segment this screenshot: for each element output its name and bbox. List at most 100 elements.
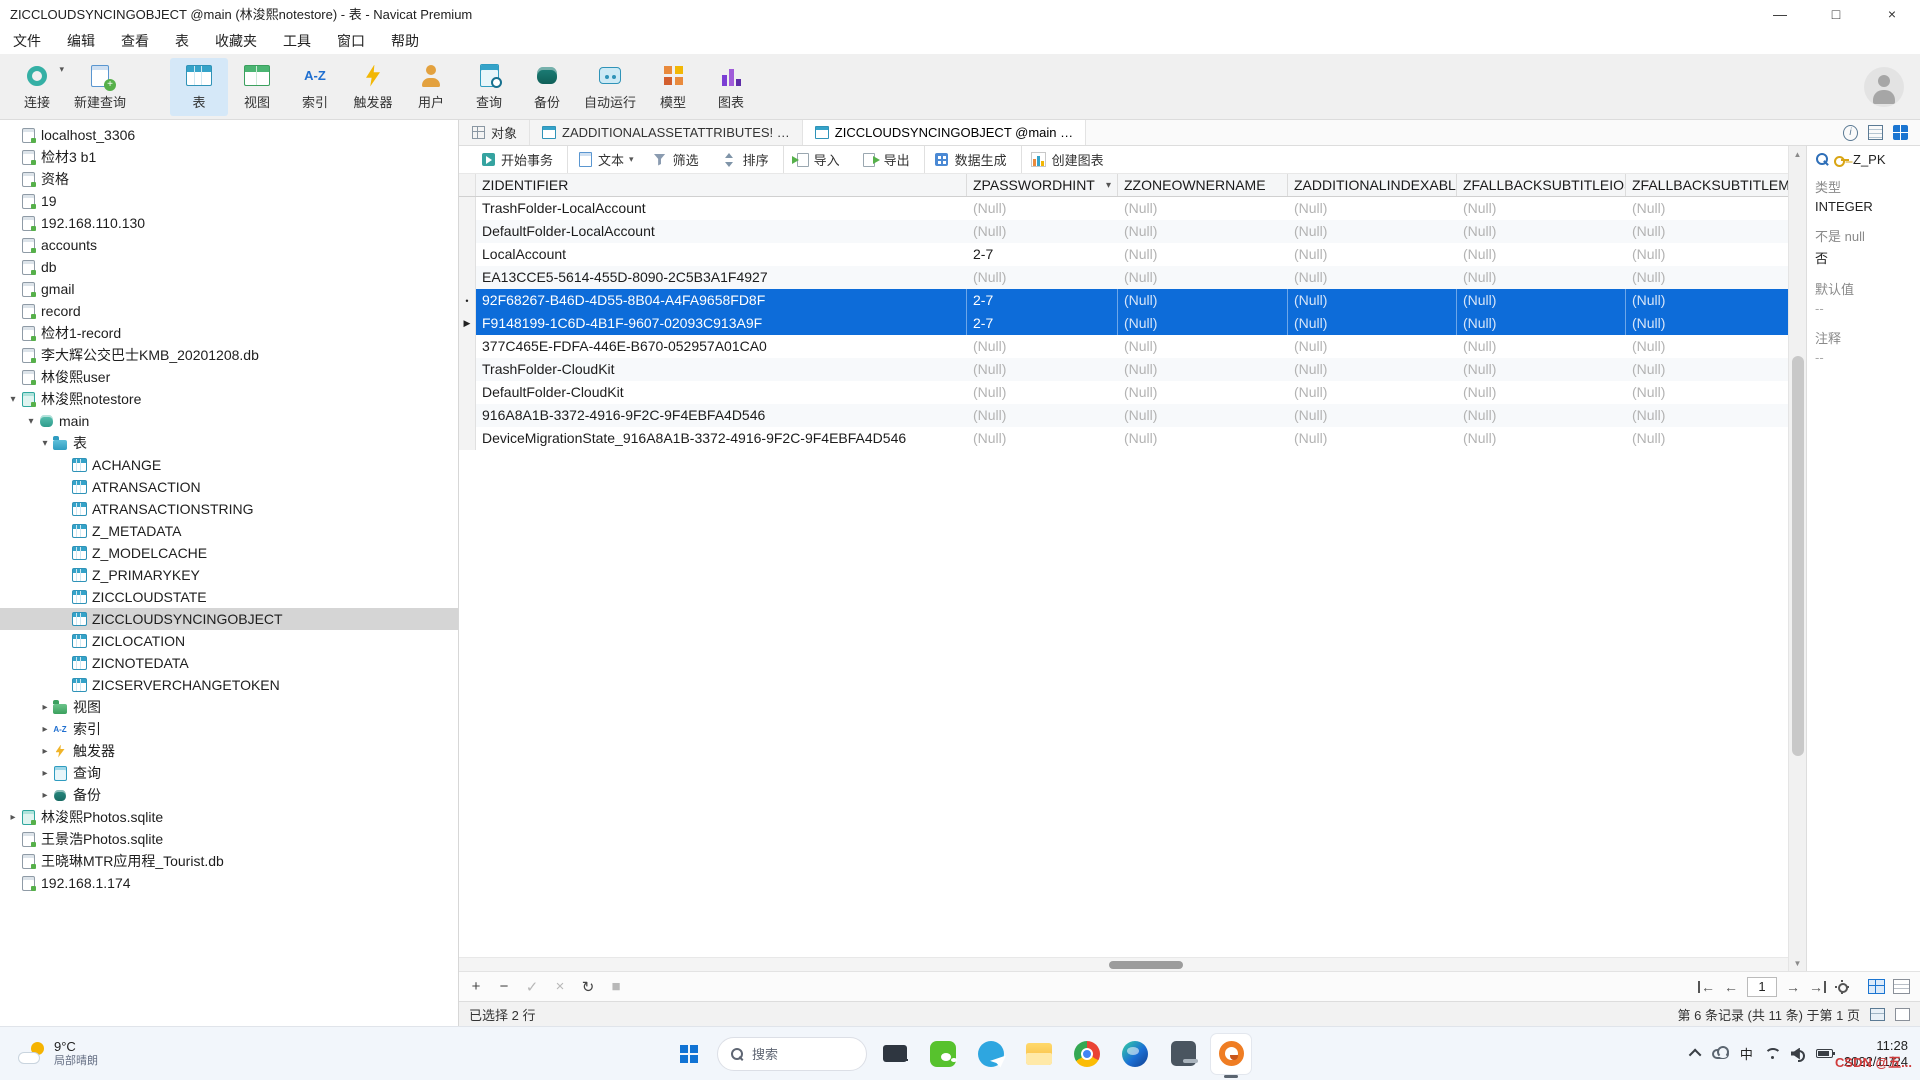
table-cell[interactable]: 2-7 <box>967 243 1118 266</box>
tree-item[interactable]: 192.168.110.130 <box>0 212 458 234</box>
table-cell[interactable]: 377C465E-FDFA-446E-B670-052957A01CA0 <box>476 335 967 358</box>
refresh-button[interactable]: ↻ <box>581 978 595 996</box>
tab[interactable]: 对象 <box>459 120 530 145</box>
table-cell[interactable]: (Null) <box>1626 266 1791 289</box>
tree-item[interactable]: Z_PRIMARYKEY <box>0 564 458 586</box>
tree-expander-icon[interactable]: ▸ <box>38 724 52 735</box>
page-number-input[interactable]: 1 <box>1747 977 1777 997</box>
table-cell[interactable]: (Null) <box>967 427 1118 450</box>
table-cell[interactable]: LocalAccount <box>476 243 967 266</box>
table-cell[interactable]: (Null) <box>1457 266 1626 289</box>
table-cell[interactable]: TrashFolder-LocalAccount <box>476 197 967 220</box>
menu-item[interactable]: 帮助 <box>378 27 432 54</box>
stop-button[interactable]: ■ <box>609 978 623 995</box>
table-cell[interactable]: TrashFolder-CloudKit <box>476 358 967 381</box>
tree-item[interactable]: 王晓琳MTR应用程_Tourist.db <box>0 850 458 872</box>
tree-item[interactable]: 检材3 b1 <box>0 146 458 168</box>
taskbar-app-chrome[interactable] <box>1067 1034 1107 1074</box>
table-cell[interactable]: (Null) <box>1118 427 1288 450</box>
statusbar-form-icon[interactable] <box>1895 1008 1910 1021</box>
onedrive-icon[interactable] <box>1712 1049 1729 1059</box>
table-row[interactable]: 916A8A1B-3372-4916-9F2C-9F4EBFA4D546(Nul… <box>459 404 1788 427</box>
taskbar-app-wechat[interactable] <box>923 1034 963 1074</box>
tree-item[interactable]: ATRANSACTION <box>0 476 458 498</box>
table-cell[interactable]: (Null) <box>1118 243 1288 266</box>
table-cell[interactable]: (Null) <box>1118 404 1288 427</box>
tree-item[interactable]: ▸ 查询 <box>0 762 458 784</box>
table-cell[interactable]: (Null) <box>1457 197 1626 220</box>
column-header[interactable]: ZPASSWORDHINT ▾ <box>967 174 1118 196</box>
menu-item[interactable]: 窗口 <box>324 27 378 54</box>
tree-item[interactable]: 林俊熙user <box>0 366 458 388</box>
tree-expander-icon[interactable]: ▸ <box>38 768 52 779</box>
menu-item[interactable]: 工具 <box>270 27 324 54</box>
table-cell[interactable]: (Null) <box>1288 404 1457 427</box>
menu-item[interactable]: 查看 <box>108 27 162 54</box>
vertical-scrollbar-thumb[interactable] <box>1792 356 1804 756</box>
tree-item[interactable]: db <box>0 256 458 278</box>
table-cell[interactable]: (Null) <box>1288 197 1457 220</box>
grid-view-toggle-icon[interactable] <box>1868 979 1885 994</box>
toolbar-button[interactable]: 触发器 <box>344 58 402 116</box>
table-cell[interactable]: (Null) <box>1457 312 1626 335</box>
table-cell[interactable]: (Null) <box>1457 427 1626 450</box>
taskbar-app-edge[interactable] <box>1115 1034 1155 1074</box>
table-cell[interactable]: (Null) <box>1457 220 1626 243</box>
horizontal-scrollbar[interactable] <box>459 957 1788 971</box>
table-cell[interactable]: 916A8A1B-3372-4916-9F2C-9F4EBFA4D546 <box>476 404 967 427</box>
toolbar-button[interactable]: 备份 <box>518 58 576 116</box>
volume-icon[interactable] <box>1791 1048 1805 1060</box>
table-cell[interactable]: (Null) <box>967 358 1118 381</box>
tab[interactable]: ZADDITIONALASSETATTRIBUTES! … <box>530 120 803 145</box>
tree-item[interactable]: ZICCLOUDSYNCINGOBJECT <box>0 608 458 630</box>
table-cell[interactable]: (Null) <box>1626 243 1791 266</box>
tree-item[interactable]: ACHANGE <box>0 454 458 476</box>
table-cell[interactable]: (Null) <box>1626 335 1791 358</box>
user-avatar[interactable] <box>1864 67 1904 107</box>
table-cell[interactable]: (Null) <box>1118 197 1288 220</box>
tree-expander-icon[interactable]: ▸ <box>38 702 52 713</box>
tree-item[interactable]: ZICSERVERCHANGETOKEN <box>0 674 458 696</box>
table-cell[interactable]: (Null) <box>1288 335 1457 358</box>
table-cell[interactable]: 2-7 <box>967 289 1118 312</box>
table-row[interactable]: DeviceMigrationState_916A8A1B-3372-4916-… <box>459 427 1788 450</box>
tree-item[interactable]: ZICLOCATION <box>0 630 458 652</box>
tree-expander-icon[interactable]: ▾ <box>24 416 38 427</box>
table-cell[interactable]: (Null) <box>1626 220 1791 243</box>
tab[interactable]: ZICCLOUDSYNCINGOBJECT @main … <box>803 120 1086 145</box>
first-page-button[interactable]: ← <box>1698 981 1715 993</box>
table-row[interactable]: TrashFolder-LocalAccount(Null)(Null)(Nul… <box>459 197 1788 220</box>
table-cell[interactable]: (Null) <box>1288 427 1457 450</box>
previous-page-button[interactable]: ← <box>1724 979 1738 995</box>
table-row[interactable]: LocalAccount2-7(Null)(Null)(Null)(Null) <box>459 243 1788 266</box>
tree-item[interactable]: 王景浩Photos.sqlite <box>0 828 458 850</box>
table-row[interactable]: 377C465E-FDFA-446E-B670-052957A01CA0 (Nul… <box>459 335 1788 358</box>
grid-toolbar-button[interactable]: 排序 <box>713 146 784 173</box>
column-header[interactable]: ZFALLBACKSUBTITLEIOS <box>1457 174 1626 196</box>
tree-expander-icon[interactable]: ▸ <box>38 790 52 801</box>
table-cell[interactable]: (Null) <box>967 381 1118 404</box>
grid-toolbar-button[interactable]: 导入 <box>784 146 854 173</box>
tree-item[interactable]: ▸ 触发器 <box>0 740 458 762</box>
grid-toolbar-button[interactable]: 文本 ▾ <box>568 146 643 173</box>
table-cell[interactable]: 92F68267-B46D-4D55-8B04-A4FA9658FD8F <box>476 289 967 312</box>
toolbar-button[interactable]: 查询 <box>460 58 518 116</box>
column-header[interactable]: ZIDENTIFIER <box>476 174 967 196</box>
tree-item[interactable]: 资格 <box>0 168 458 190</box>
table-row[interactable]: DefaultFolder-LocalAccount(Null)(Null)(N… <box>459 220 1788 243</box>
tree-item[interactable]: Z_METADATA <box>0 520 458 542</box>
info-icon[interactable] <box>1843 125 1858 140</box>
maximize-button[interactable]: □ <box>1808 0 1864 27</box>
tree-item[interactable]: ▾ main <box>0 410 458 432</box>
next-page-button[interactable]: → <box>1786 979 1800 995</box>
table-cell[interactable]: (Null) <box>967 404 1118 427</box>
tree-item[interactable]: ▸ 索引 <box>0 718 458 740</box>
table-cell[interactable]: (Null) <box>1457 358 1626 381</box>
filter-caret-icon[interactable]: ▾ <box>1106 180 1111 191</box>
table-cell[interactable]: (Null) <box>1288 381 1457 404</box>
table-cell[interactable]: (Null) <box>1457 381 1626 404</box>
taskbar-weather-widget[interactable]: 9°C 局部晴朗 <box>8 1027 108 1080</box>
table-cell[interactable]: (Null) <box>967 197 1118 220</box>
toolbar-button[interactable]: 自动运行 <box>576 58 644 116</box>
menu-item[interactable]: 收藏夹 <box>202 27 270 54</box>
